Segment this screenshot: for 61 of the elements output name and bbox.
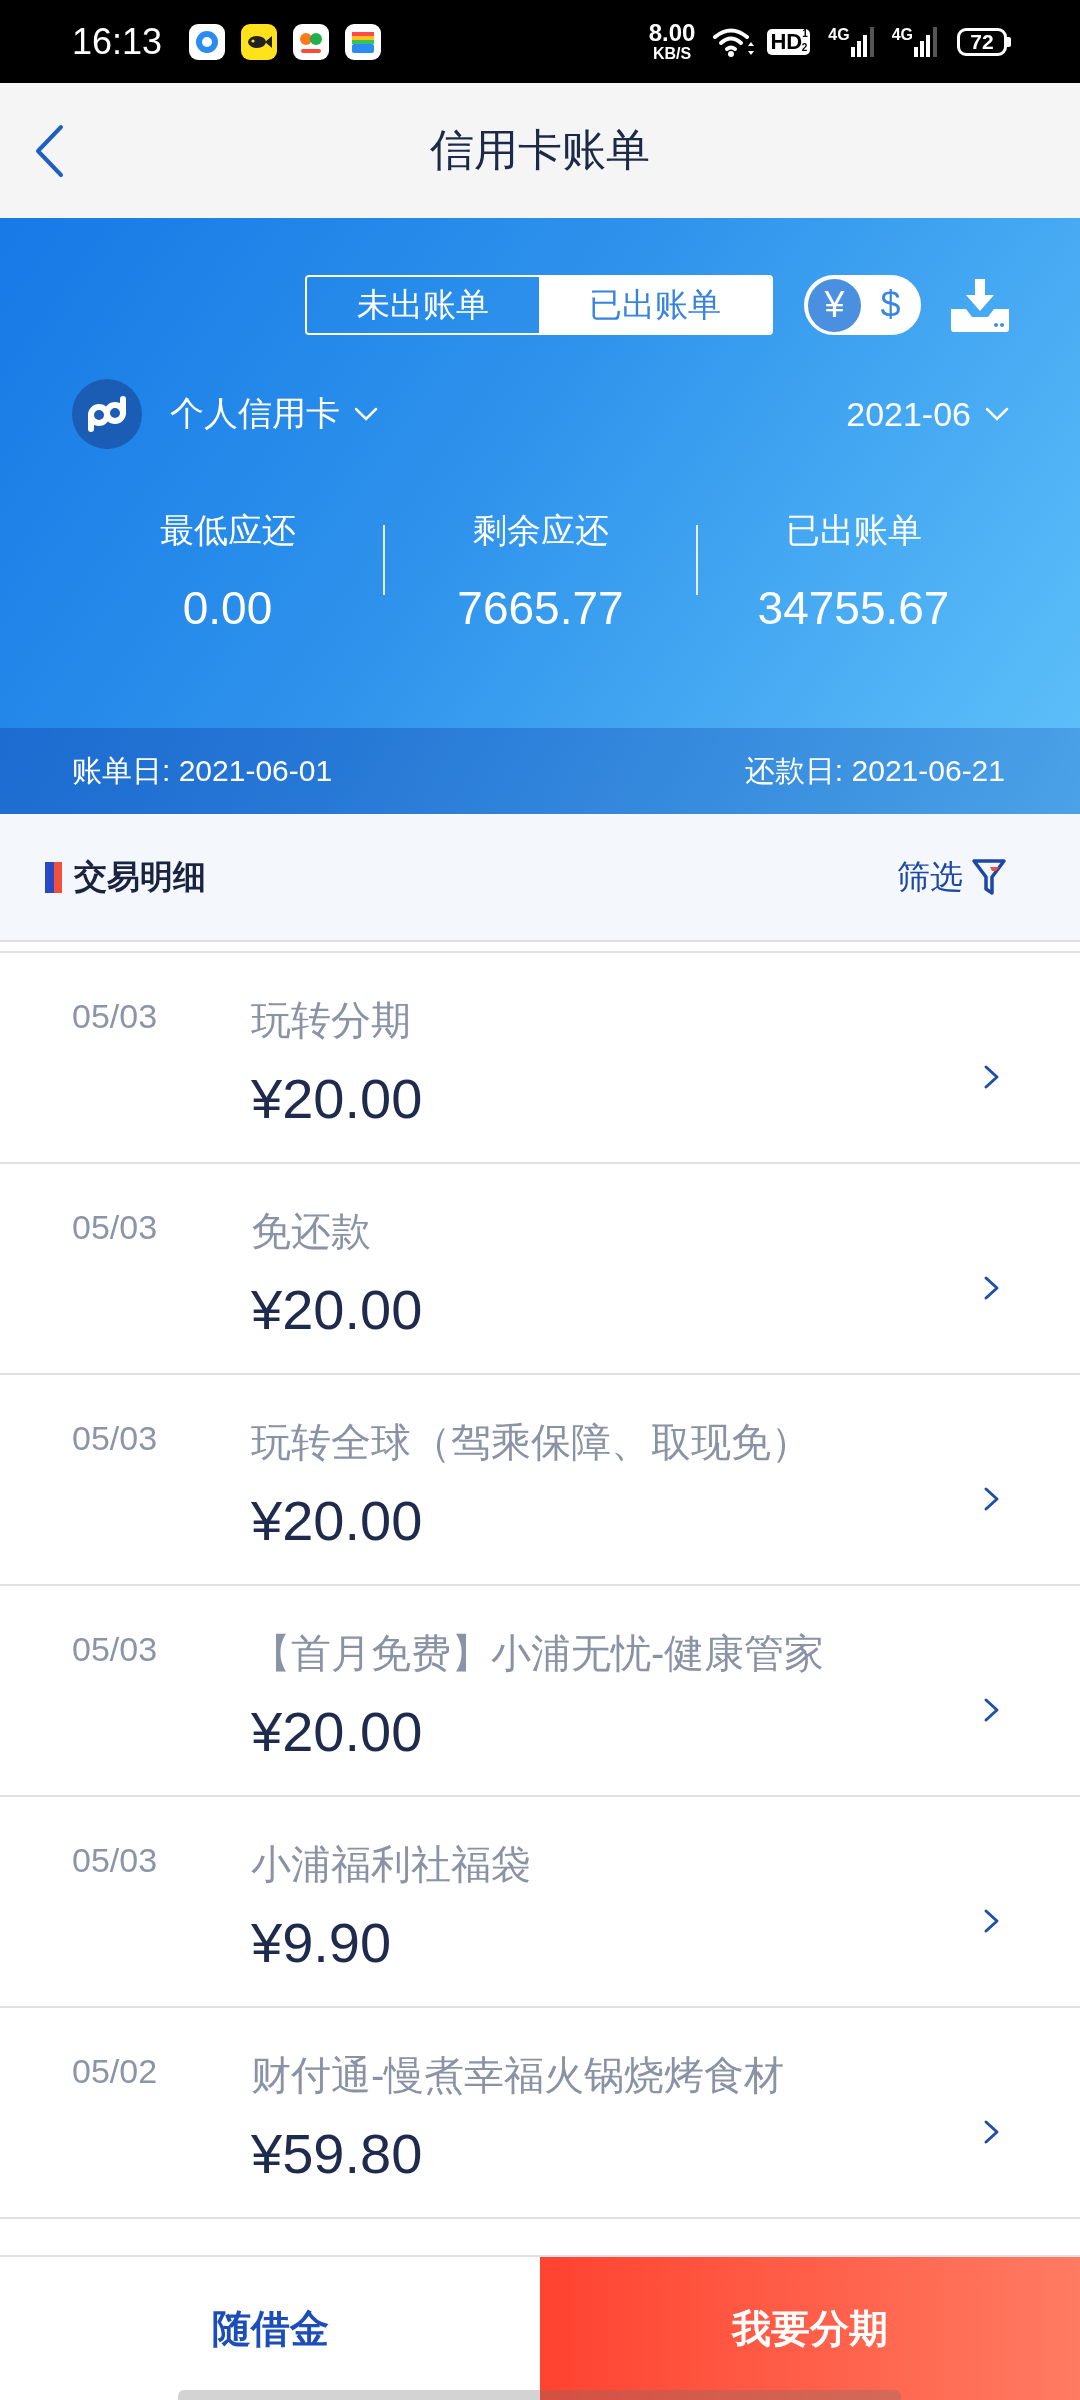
chevron-down-icon (985, 407, 1009, 421)
transaction-title: 【首月免费】小浦无忧-健康管家 (251, 1630, 825, 1677)
signal-icon (850, 26, 875, 57)
currency-option[interactable]: $ (864, 278, 917, 332)
chevron-right-icon (983, 1064, 1000, 1090)
summary-label: 剩余应还 (472, 510, 609, 551)
status-time: 16:13 (72, 20, 163, 63)
summary-label: 最低应还 (159, 510, 296, 551)
summary-amount: 7665.77 (457, 581, 624, 635)
summary-amount: 0.00 (182, 581, 273, 635)
transaction-date: 05/03 (72, 1840, 158, 1880)
chevron-right-icon (983, 2119, 1000, 2145)
transaction-amount: ¥20.00 (251, 1700, 423, 1764)
chevron-down-icon (354, 407, 378, 421)
transaction-date: 05/03 (72, 996, 158, 1036)
transaction-title: 小浦福利社福袋 (251, 1841, 531, 1888)
transaction-date: 05/02 (72, 2051, 158, 2091)
transaction-title: 玩转全球（驾乘保障、取现免） (251, 1419, 811, 1466)
transaction-title: 玩转分期 (251, 997, 411, 1044)
chevron-right-icon (983, 1486, 1000, 1512)
summary-amount: 34755.67 (757, 581, 950, 635)
due-date: 还款日: 2021-06-21 (744, 752, 1005, 789)
app-icon (189, 23, 226, 60)
transaction-date: 05/03 (72, 1207, 158, 1247)
statement-date: 账单日: 2021-06-01 (72, 752, 333, 789)
bill-tab[interactable]: 未出账单 (307, 277, 539, 333)
transaction-amount: ¥9.90 (251, 1911, 392, 1975)
transaction-title: 财付通-慢煮幸福火锅烧烤食材 (251, 2052, 785, 2099)
signal-icon (914, 26, 938, 57)
net-speed-value: 8.00 (648, 21, 696, 45)
chevron-right-icon (983, 1697, 1000, 1723)
section-title: 交易明细 (74, 856, 206, 897)
transaction-amount: ¥59.80 (251, 2122, 423, 2186)
back-icon (34, 123, 64, 178)
transaction-amount: ¥20.00 (251, 1067, 423, 1131)
section-marker-icon (45, 861, 62, 893)
battery-indicator: 72 (957, 27, 1011, 56)
app-icon (345, 23, 382, 60)
network-type-label: 4G (891, 26, 913, 43)
app-icon (241, 23, 278, 60)
filter-icon (971, 858, 1007, 896)
download-button[interactable] (951, 278, 1009, 332)
transaction-amount: ¥20.00 (251, 1278, 423, 1342)
chevron-right-icon (983, 1275, 1000, 1301)
bank-logo-icon (72, 379, 142, 449)
transaction-title: 免还款 (251, 1208, 371, 1255)
app-icon (293, 23, 330, 60)
page-title: 信用卡账单 (430, 124, 650, 176)
chevron-right-icon (983, 1908, 1000, 1934)
filter-button[interactable]: 筛选 (897, 854, 1007, 900)
net-speed-unit: KB/S (652, 46, 692, 62)
wifi-icon (712, 25, 755, 58)
bill-tab[interactable]: 已出账单 (539, 277, 771, 333)
network-type-label: 4G (828, 26, 850, 43)
summary-label: 已出账单 (785, 510, 922, 551)
back-button[interactable] (34, 123, 64, 178)
download-icon (951, 278, 1009, 332)
transaction-amount: ¥20.00 (251, 1489, 423, 1553)
transaction-date: 05/03 (72, 1418, 158, 1458)
transaction-date: 05/03 (72, 1629, 158, 1669)
card-selector[interactable]: 个人信用卡 (170, 391, 378, 437)
